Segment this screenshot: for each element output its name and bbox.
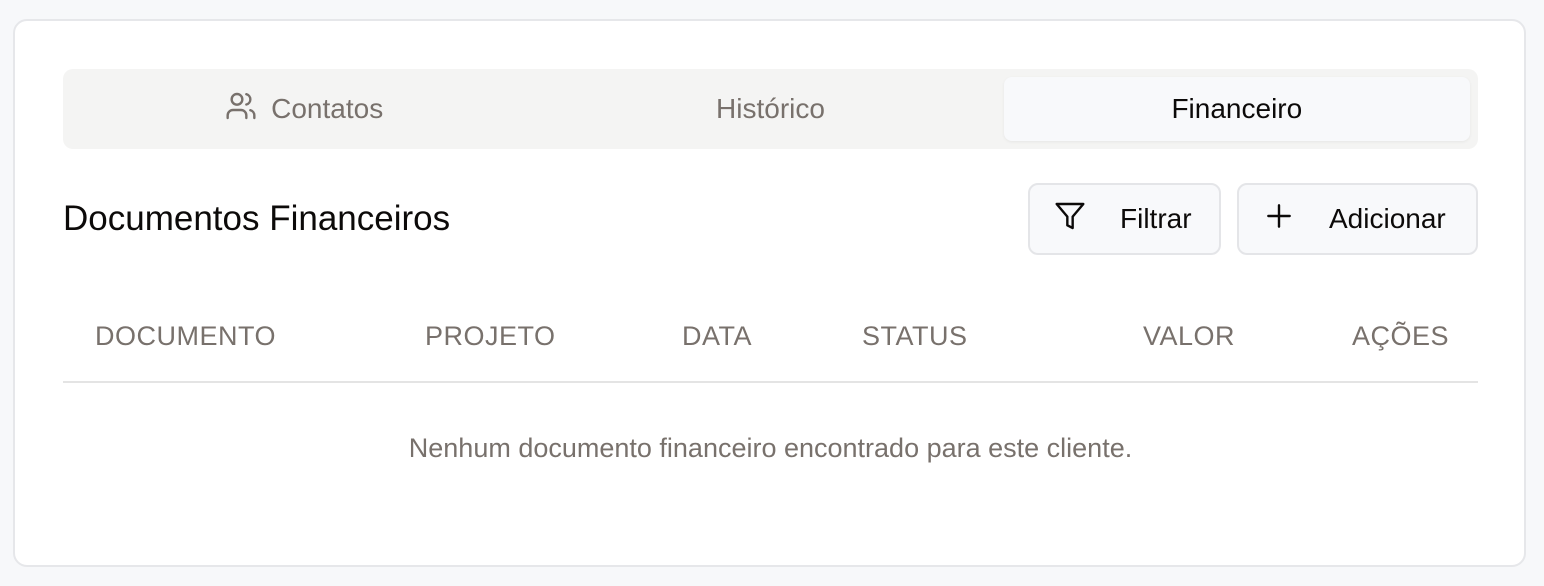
column-header-data[interactable]: DATA: [682, 301, 752, 371]
plus-icon: [1263, 200, 1295, 239]
empty-state-message: Nenhum documento financeiro encontrado p…: [408, 433, 1133, 463]
column-header-status[interactable]: STATUS: [862, 301, 968, 371]
tab-label: Contatos: [271, 93, 384, 124]
tab-bar: Contatos Histórico Financeiro: [63, 69, 1478, 149]
section-title: Documentos Financeiros: [63, 199, 451, 238]
tab-financeiro[interactable]: Financeiro: [1003, 77, 1470, 141]
filter-label: Filtrar: [1120, 203, 1192, 234]
table-header: DOCUMENTO PROJETO DATA STATUS VALOR AÇÕE…: [63, 301, 1478, 383]
column-header-documento[interactable]: DOCUMENTO: [95, 301, 276, 371]
tab-historico[interactable]: Histórico: [537, 77, 1003, 141]
tab-contatos[interactable]: Contatos: [71, 77, 537, 141]
add-label: Adicionar: [1329, 203, 1446, 234]
tab-label: Histórico: [716, 93, 825, 124]
column-header-valor[interactable]: VALOR: [1143, 301, 1235, 371]
column-header-projeto[interactable]: PROJETO: [425, 301, 556, 371]
users-icon: [225, 90, 257, 129]
financial-card: Contatos Histórico Financeiro Documentos…: [13, 19, 1526, 567]
filter-button[interactable]: Filtrar: [1028, 183, 1221, 255]
filter-icon: [1054, 200, 1086, 239]
add-button[interactable]: Adicionar: [1237, 183, 1478, 255]
tab-label: Financeiro: [1171, 93, 1303, 124]
column-header-acoes: AÇÕES: [1352, 321, 1450, 351]
